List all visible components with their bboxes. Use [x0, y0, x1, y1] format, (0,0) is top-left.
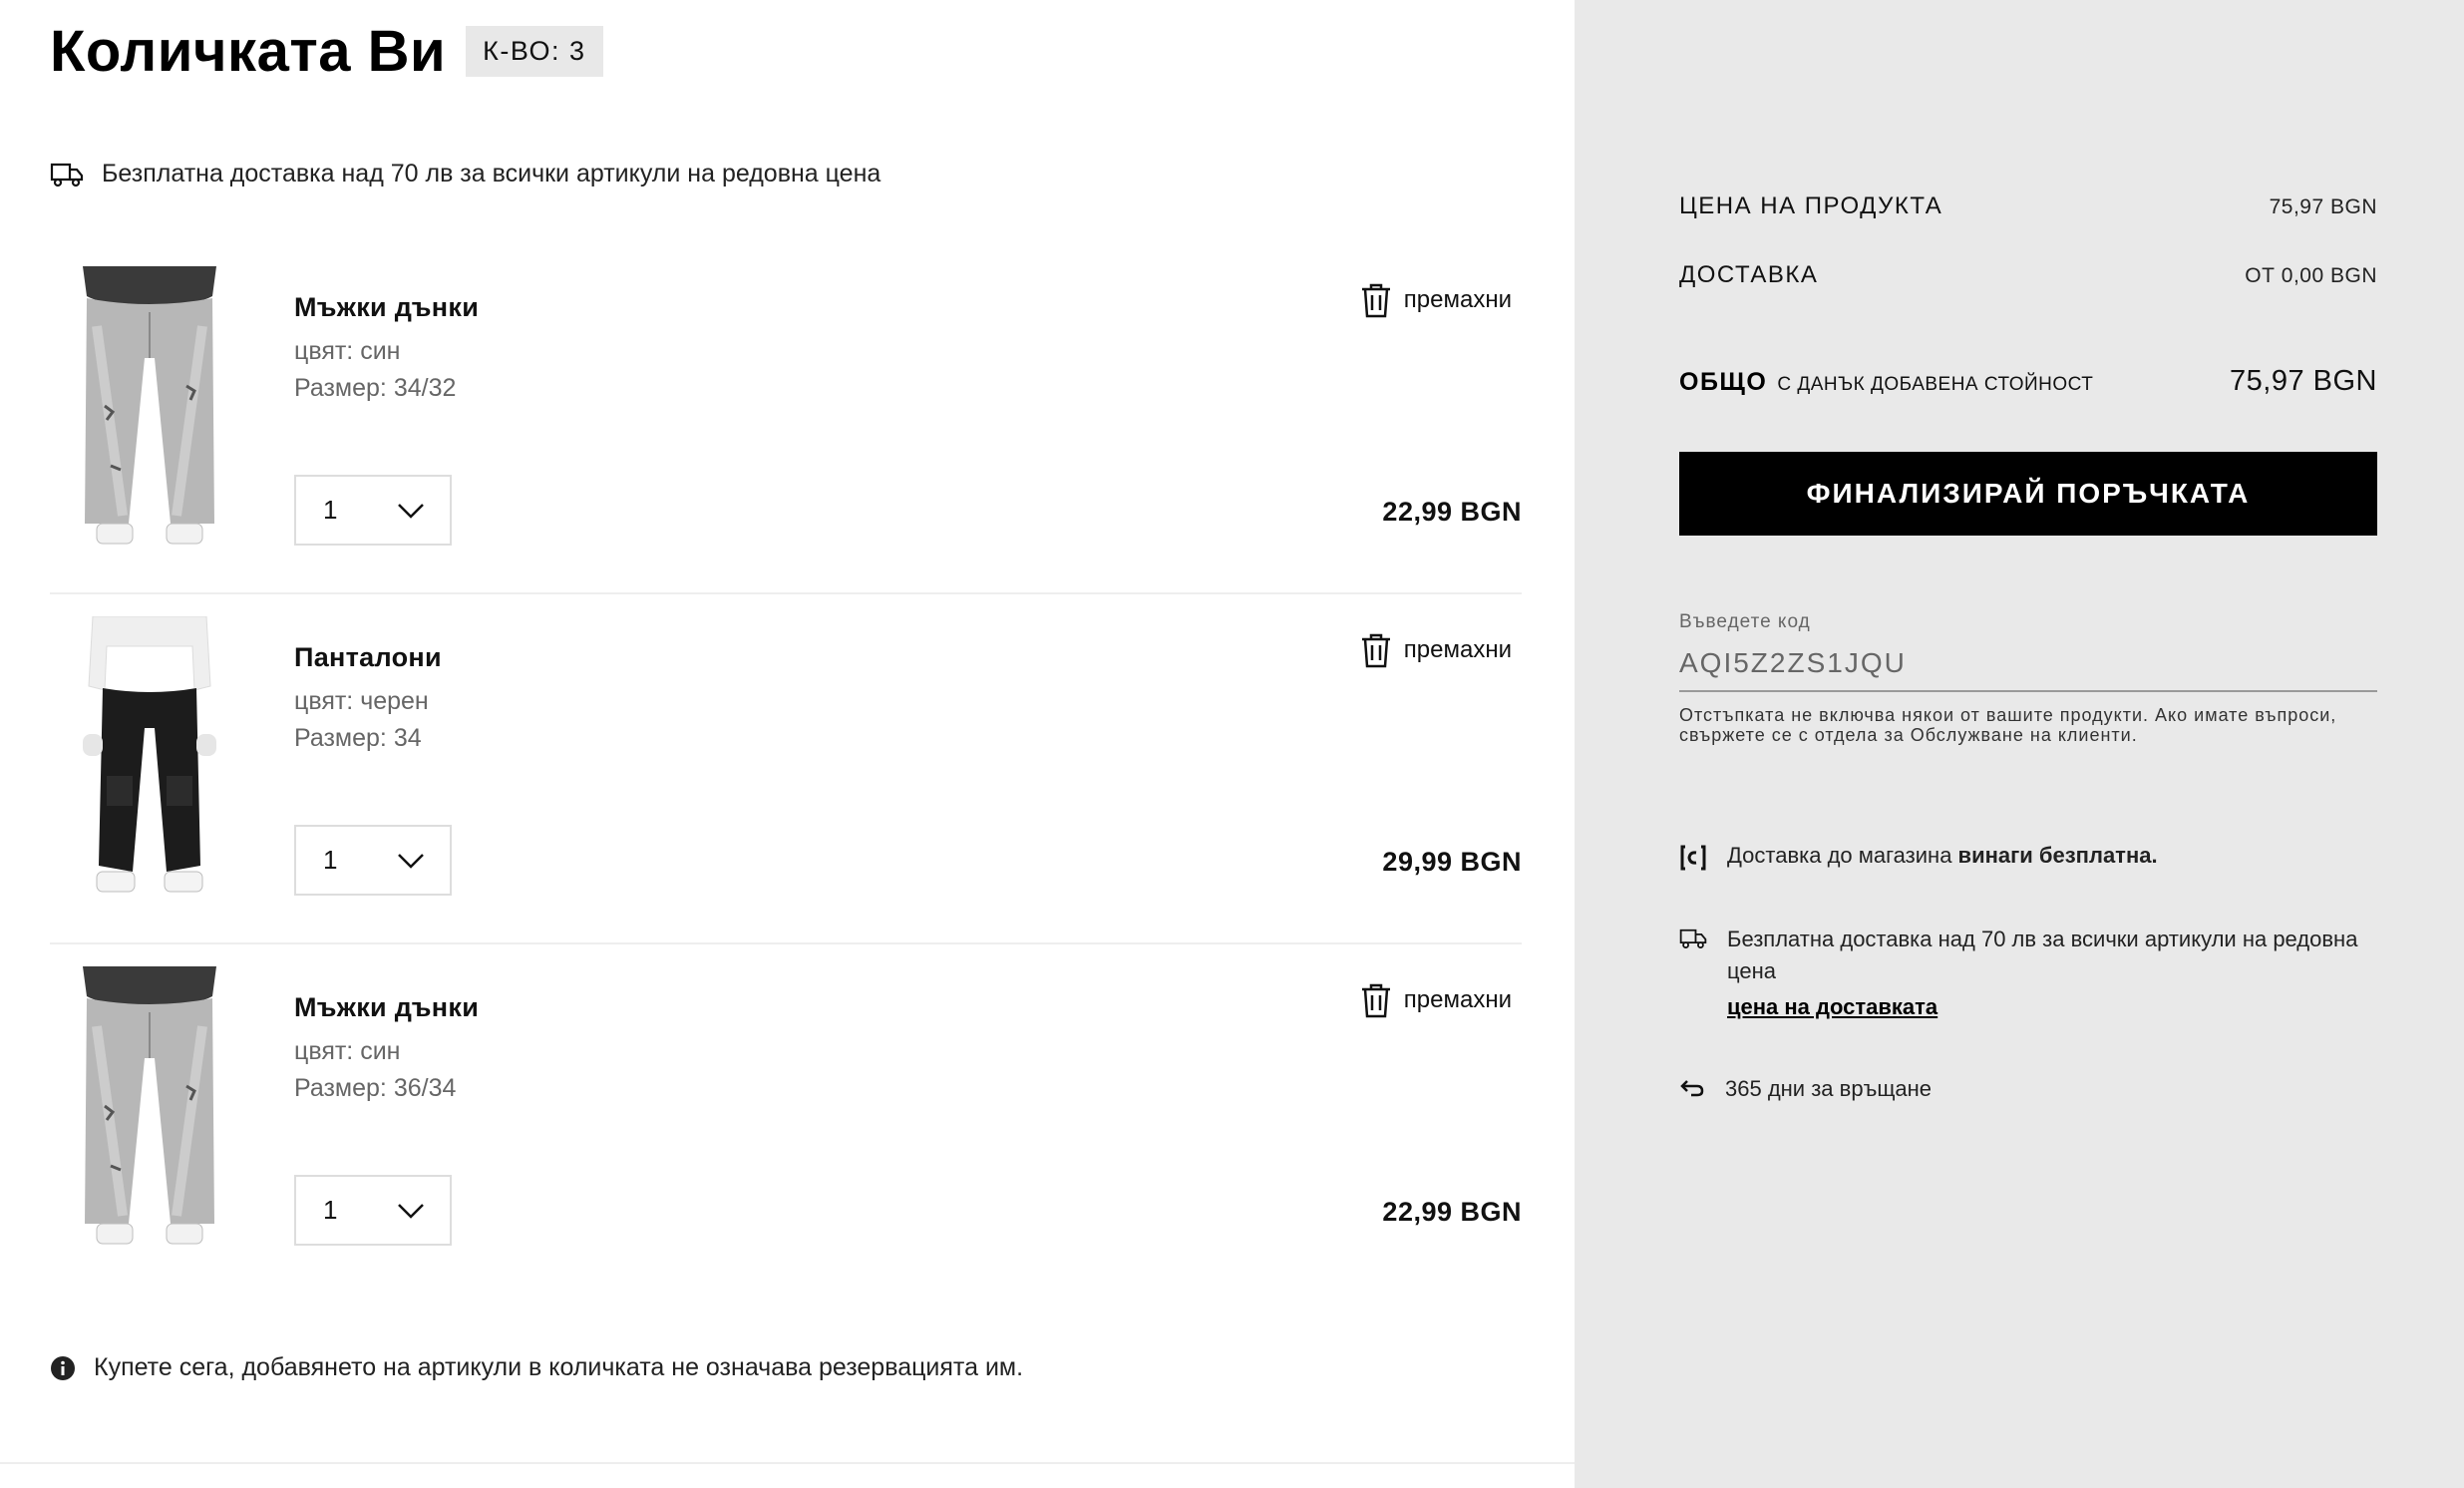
order-summary-panel: ЦЕНА НА ПРОДУКТА 75,97 BGN ДОСТАВКА ОТ 0… — [1575, 0, 2464, 1488]
store-delivery-perk: Доставка до магазина винаги безплатна. — [1679, 840, 2158, 872]
product-price-row: ЦЕНА НА ПРОДУКТА 75,97 BGN — [1679, 192, 2377, 220]
store-delivery-prefix: Доставка до магазина — [1727, 843, 1958, 868]
store-delivery-bold: винаги безплатна. — [1957, 843, 2158, 868]
product-size: Размер: 34 — [294, 724, 422, 752]
info-icon — [51, 1355, 75, 1380]
discount-help-text: Отстъпката не включва някои от вашите пр… — [1679, 705, 2337, 745]
product-size: Размер: 34/32 — [294, 374, 457, 402]
trash-icon — [1358, 632, 1394, 668]
reservation-note: Купете сега, добавянето на артикули в ко… — [50, 1353, 1023, 1382]
delivery-value: ОТ 0,00 BGN — [2245, 264, 2377, 287]
product-name[interactable]: Мъжки дънки — [294, 292, 479, 323]
free-shipping-promo: Безплатна доставка над 70 лв за всички а… — [50, 160, 880, 188]
checkout-button[interactable]: ФИНАЛИЗИРАЙ ПОРЪЧКАТА — [1679, 452, 2377, 536]
trash-icon — [1358, 282, 1394, 318]
quantity-select[interactable]: 1 — [294, 1175, 452, 1246]
product-name[interactable]: Панталони — [294, 642, 442, 673]
truck-icon — [1679, 928, 1707, 949]
return-arrow-icon — [1680, 1080, 1704, 1097]
remove-button[interactable]: премахни — [1358, 982, 1522, 1018]
product-image-jeans[interactable] — [75, 966, 224, 1251]
truck-icon — [50, 162, 84, 187]
chevron-down-icon — [396, 851, 426, 871]
item-price: 22,99 BGN — [1382, 1197, 1522, 1227]
note-text: Купете сега, добавянето на артикули в ко… — [94, 1353, 1024, 1381]
product-size: Размер: 36/34 — [294, 1074, 457, 1102]
total-vat-note: С ДАНЪК ДОБАВЕНА СТОЙНОСТ — [1777, 374, 2094, 395]
product-color: цвят: син — [294, 337, 401, 365]
cart-item: Панталони цвят: черен Размер: 34 1 према… — [50, 594, 1522, 944]
chevron-down-icon — [396, 1201, 426, 1221]
quantity-value: 1 — [323, 1195, 338, 1225]
cart-item: Мъжки дънки цвят: син Размер: 34/32 1 пр… — [50, 244, 1522, 594]
remove-button[interactable]: премахни — [1358, 632, 1522, 668]
free-shipping-block: Безплатна доставка над 70 лв за всички а… — [1727, 924, 2377, 1023]
page-title: Количката Ви — [50, 19, 447, 84]
total-value: 75,97 BGN — [2230, 365, 2377, 397]
product-color: цвят: черен — [294, 687, 429, 715]
returns-text: 365 дни за връщане — [1725, 1076, 1933, 1101]
item-price: 22,99 BGN — [1382, 497, 1522, 527]
total-row: ОБЩО С ДАНЪК ДОБАВЕНА СТОЙНОСТ 75,97 BGN — [1679, 365, 2377, 398]
returns-perk: 365 дни за връщане — [1679, 1073, 1932, 1105]
chevron-down-icon — [396, 501, 426, 521]
title-row: Количката Ви К-ВО: 3 — [50, 18, 603, 85]
remove-label: премахни — [1403, 986, 1512, 1013]
delivery-label: ДОСТАВКА — [1679, 261, 1819, 288]
total-label: ОБЩО — [1679, 368, 1768, 396]
discount-code-input[interactable] — [1679, 636, 2377, 692]
store-pickup-icon — [1680, 845, 1706, 871]
remove-label: премахни — [1403, 636, 1512, 663]
product-price-label: ЦЕНА НА ПРОДУКТА — [1679, 192, 1943, 219]
cart-item: Мъжки дънки цвят: син Размер: 36/34 1 пр… — [50, 944, 1522, 1295]
cart-item-list: Мъжки дънки цвят: син Размер: 34/32 1 пр… — [50, 244, 1522, 1295]
divider — [0, 1462, 1575, 1464]
total-label-group: ОБЩО С ДАНЪК ДОБАВЕНА СТОЙНОСТ — [1679, 368, 2093, 397]
free-shipping-perk: Безплатна доставка над 70 лв за всички а… — [1679, 924, 2377, 1023]
quantity-value: 1 — [323, 845, 338, 875]
product-name[interactable]: Мъжки дънки — [294, 992, 479, 1023]
cart-panel: Количката Ви К-ВО: 3 Безплатна доставка … — [0, 0, 1575, 1488]
delivery-row: ДОСТАВКА ОТ 0,00 BGN — [1679, 261, 2377, 289]
product-price-value: 75,97 BGN — [2269, 195, 2377, 218]
trash-icon — [1358, 982, 1394, 1018]
quantity-select[interactable]: 1 — [294, 475, 452, 546]
item-count-badge: К-ВО: 3 — [466, 26, 603, 77]
product-image-jeans[interactable] — [75, 266, 224, 551]
discount-code-label: Въведете код — [1679, 611, 1811, 632]
product-image-pants[interactable] — [75, 616, 224, 901]
quantity-value: 1 — [323, 495, 338, 525]
remove-label: премахни — [1403, 286, 1512, 313]
quantity-select[interactable]: 1 — [294, 825, 452, 896]
item-price: 29,99 BGN — [1382, 847, 1522, 877]
promo-text: Безплатна доставка над 70 лв за всички а… — [102, 160, 881, 187]
product-color: цвят: син — [294, 1037, 401, 1065]
remove-button[interactable]: премахни — [1358, 282, 1522, 318]
store-delivery-text: Доставка до магазина винаги безплатна. — [1727, 840, 2158, 872]
free-shipping-text: Безплатна доставка над 70 лв за всички а… — [1727, 927, 2358, 983]
shipping-cost-link[interactable]: цена на доставката — [1727, 991, 2377, 1023]
